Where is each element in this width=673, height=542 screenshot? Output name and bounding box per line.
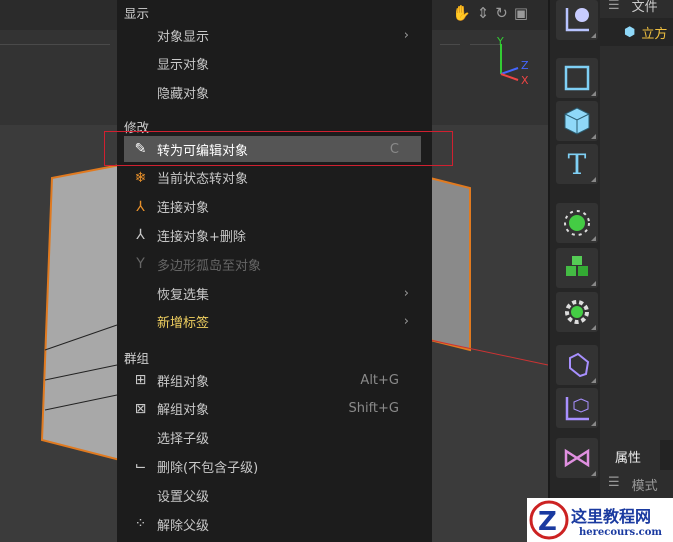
connect-delete-icon: ⅄ — [136, 227, 145, 244]
axis-cube-icon — [565, 397, 589, 421]
menu-item-label: 解组对象 — [157, 403, 210, 419]
ungroup-icon: ⊠ — [134, 400, 147, 417]
group-icon: ⊞ — [134, 372, 147, 388]
fracture-button[interactable] — [556, 248, 598, 288]
field-button[interactable] — [556, 388, 598, 428]
menu-item[interactable]: Y 多边形孤岛至对象 — [124, 251, 421, 277]
menu-item[interactable]: ⅄ 连接对象+删除 — [124, 222, 421, 248]
context-menu: 显示 对象显示 › 显示对象 隐藏对象 修改 ✎ 转为可编辑对象 C ❄ 当前状态转对象 ⅄ 连接对象 ⅄… — [117, 0, 432, 542]
unparent-icon: ⁘ — [134, 516, 147, 532]
cloner-icon — [564, 210, 590, 236]
deformer-button[interactable] — [556, 345, 598, 385]
svg-text:Z: Z — [538, 507, 557, 537]
tab-attributes[interactable]: 属性 — [600, 440, 660, 470]
spline-rectangle-button[interactable] — [556, 58, 598, 98]
menu-item-label: 对象显示 — [157, 29, 210, 45]
file-menu[interactable]: 文件 — [632, 0, 658, 15]
cloner-button[interactable] — [556, 203, 598, 243]
menu-item[interactable]: ⌙ 删除(不包含子级) — [124, 453, 421, 479]
menu-item[interactable]: ⅄ 连接对象 — [124, 194, 421, 220]
right-panel: ☰ 文件 ⬢ 立方 属性 ☰ 模式 — [600, 0, 673, 542]
menu-item-label: 多边形孤岛至对象 — [157, 258, 262, 274]
menu-item-label: 删除(不包含子级) — [157, 460, 259, 476]
menu-item[interactable]: 设置父级 — [124, 482, 421, 508]
menu-item-label: 当前状态转对象 — [157, 172, 249, 188]
watermark-logo: Z — [529, 500, 569, 540]
snowflake-icon: ❄ — [134, 169, 147, 186]
chevron-right-icon: › — [403, 314, 409, 330]
cube-icon — [564, 107, 590, 135]
watermark: Z 这里教程网 herecours.com — [527, 498, 673, 542]
menu-item-label: 连接对象 — [157, 201, 210, 217]
menu-item[interactable]: ❄ 当前状态转对象 — [124, 165, 421, 191]
menu-item-label: 显示对象 — [157, 58, 210, 74]
watermark-url: herecours.com — [579, 526, 663, 538]
menu-item[interactable]: 新增标签 › — [124, 309, 421, 335]
hamburger-icon[interactable]: ☰ — [608, 475, 620, 494]
blocks-icon — [566, 256, 588, 276]
menu-item[interactable]: 恢复选集 › — [124, 280, 421, 306]
menu-section-title: 群组 — [124, 351, 150, 366]
effector-button[interactable] — [556, 292, 598, 332]
menu-item-label: 选择子级 — [157, 432, 210, 448]
menu-item[interactable]: ⊠ 解组对象 Shift+G — [124, 396, 421, 422]
menu-item-label: 解除父级 — [157, 518, 210, 534]
watermark-title: 这里教程网 — [571, 506, 652, 526]
coordinate-icon — [565, 8, 589, 32]
bowtie-icon — [564, 448, 590, 468]
mode-menu[interactable]: 模式 — [632, 475, 658, 494]
menu-item-label: 隐藏对象 — [157, 87, 210, 103]
rectangle-icon — [564, 65, 590, 91]
hamburger-icon[interactable]: ☰ — [608, 0, 620, 13]
shortcut-label: Shift+G — [348, 401, 399, 417]
cube-icon: ⬢ — [624, 24, 636, 40]
polygon-island-icon: Y — [136, 256, 145, 273]
chevron-right-icon: › — [403, 27, 409, 43]
shortcut-label: Alt+G — [360, 372, 399, 388]
menu-item-label: 连接对象+删除 — [157, 229, 246, 245]
menu-item[interactable]: 选择子级 — [124, 425, 421, 451]
object-row[interactable]: ⬢ 立方 — [600, 18, 673, 46]
menu-item-label: 恢复选集 — [157, 287, 210, 303]
tool-palette: T — [548, 0, 600, 542]
cube-button[interactable] — [556, 101, 598, 141]
highlight-box — [104, 131, 453, 166]
text-icon: T — [567, 147, 587, 181]
menu-item[interactable]: ⁘ 解除父级 — [124, 511, 421, 537]
chevron-right-icon: › — [403, 285, 409, 301]
text-tool-button[interactable]: T — [556, 144, 598, 184]
connect-icon: ⅄ — [136, 198, 145, 215]
menu-item[interactable]: 对象显示 › — [124, 22, 421, 48]
scene-button[interactable] — [556, 438, 598, 478]
object-name: 立方 — [641, 26, 668, 42]
bend-icon — [569, 352, 590, 378]
menu-item[interactable]: ⊞ 群组对象 Alt+G — [124, 367, 421, 393]
delete-keep-children-icon: ⌙ — [134, 458, 147, 475]
menu-section-title: 显示 — [124, 6, 150, 21]
menu-item-label: 新增标签 — [157, 316, 210, 332]
coordinate-tool-button[interactable] — [556, 0, 598, 40]
menu-item[interactable]: 显示对象 — [124, 51, 421, 77]
menu-item-label: 设置父级 — [157, 489, 210, 505]
menu-item[interactable]: 隐藏对象 — [124, 80, 421, 106]
menu-item-label: 群组对象 — [157, 374, 210, 390]
gear-icon — [565, 300, 589, 324]
